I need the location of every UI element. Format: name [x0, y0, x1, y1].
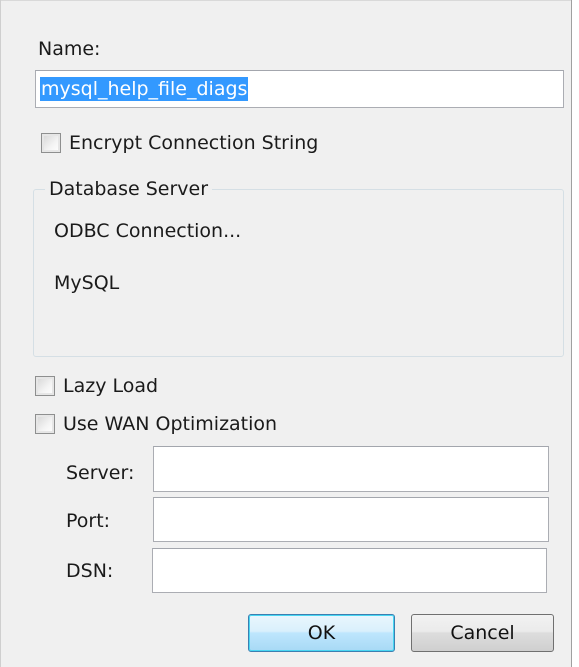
name-input-value: mysql_help_file_diags [40, 77, 249, 101]
lazy-load-label[interactable]: Lazy Load [63, 375, 158, 397]
server-type-text: MySQL [54, 272, 120, 294]
window-frame-right [571, 0, 579, 667]
use-wan-optimization-checkbox[interactable] [35, 414, 55, 434]
connection-properties-dialog: Name: mysql_help_file_diags Encrypt Conn… [0, 0, 579, 667]
name-label: Name: [38, 38, 101, 60]
dsn-label: DSN: [66, 560, 114, 582]
encrypt-connection-string-label[interactable]: Encrypt Connection String [69, 132, 318, 154]
dsn-input[interactable] [152, 548, 547, 593]
ok-button[interactable]: OK [248, 614, 395, 652]
name-input[interactable]: mysql_help_file_diags [35, 70, 564, 108]
window-frame-left [0, 0, 1, 667]
lazy-load-checkbox[interactable] [35, 376, 55, 396]
use-wan-optimization-label[interactable]: Use WAN Optimization [63, 413, 277, 435]
cancel-button[interactable]: Cancel [411, 614, 554, 652]
window-frame-top [0, 0, 579, 1]
server-input[interactable] [153, 446, 549, 492]
port-input[interactable] [153, 497, 549, 542]
connection-type-text: ODBC Connection... [54, 220, 242, 242]
encrypt-connection-string-checkbox[interactable] [41, 133, 61, 153]
database-server-legend: Database Server [45, 178, 213, 200]
port-label: Port: [66, 510, 111, 532]
server-label: Server: [66, 462, 135, 484]
